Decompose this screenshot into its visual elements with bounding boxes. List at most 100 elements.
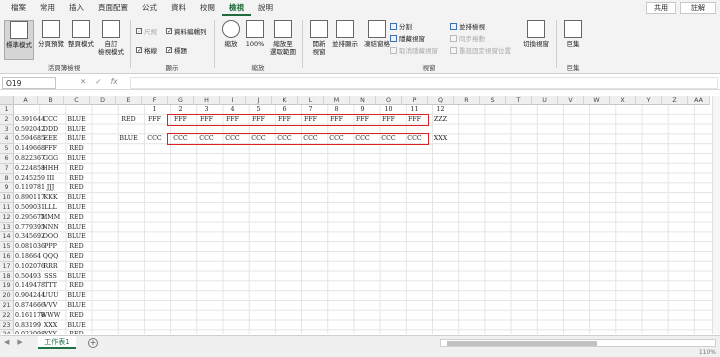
cell[interactable]: 0.594685 bbox=[15, 134, 45, 144]
cell[interactable]: 0.83199 bbox=[15, 321, 41, 331]
share-button[interactable]: 共用 bbox=[646, 2, 676, 14]
row-header[interactable]: 11 bbox=[0, 203, 14, 213]
column-header[interactable]: X bbox=[610, 96, 636, 105]
column-header[interactable]: C bbox=[64, 96, 90, 105]
cell[interactable]: GGG bbox=[39, 154, 62, 164]
formula-input[interactable] bbox=[130, 77, 718, 89]
cell[interactable]: UUU bbox=[39, 291, 62, 301]
row-header[interactable]: 7 bbox=[0, 163, 14, 174]
cell[interactable]: 0.149668 bbox=[15, 144, 45, 154]
cell[interactable]: TTT bbox=[39, 281, 62, 291]
cell[interactable]: BLUE bbox=[65, 203, 88, 213]
column-header[interactable]: P bbox=[402, 96, 428, 105]
cell[interactable]: NNN bbox=[39, 223, 62, 233]
row-header[interactable]: 10 bbox=[0, 193, 14, 203]
cell[interactable]: 0.50493 bbox=[15, 272, 41, 282]
column-header[interactable]: G bbox=[168, 96, 194, 105]
column-header[interactable]: M bbox=[324, 96, 350, 105]
page-break-preview-button[interactable]: 分頁預覽 bbox=[36, 20, 66, 48]
row-header[interactable]: 8 bbox=[0, 173, 14, 184]
cell[interactable] bbox=[15, 105, 36, 115]
cell[interactable]: BLUE bbox=[65, 115, 88, 125]
cell[interactable]: LLL bbox=[39, 203, 62, 213]
cell[interactable]: OOO bbox=[39, 232, 62, 242]
fx-icon[interactable]: fx bbox=[111, 77, 118, 86]
menu-tab[interactable]: 檢視 bbox=[222, 0, 251, 16]
cell[interactable]: BLUE bbox=[65, 291, 88, 301]
enter-icon[interactable]: ✓ bbox=[95, 77, 101, 86]
cell[interactable]: 0.592042 bbox=[15, 125, 45, 135]
cell[interactable]: BLUE bbox=[65, 301, 88, 311]
cell[interactable]: RED bbox=[65, 242, 88, 252]
normal-view-button[interactable]: 標準模式 bbox=[4, 20, 34, 60]
zoom-100-button[interactable]: 100% bbox=[240, 20, 270, 48]
row-header[interactable]: 21 bbox=[0, 301, 14, 311]
column-header[interactable]: D bbox=[90, 96, 116, 105]
column-header[interactable]: I bbox=[220, 96, 246, 105]
menu-tab[interactable]: 常用 bbox=[33, 0, 62, 16]
column-header[interactable]: Q bbox=[428, 96, 454, 105]
cell[interactable]: 0.509031 bbox=[15, 203, 45, 213]
menu-tab[interactable]: 公式 bbox=[135, 0, 164, 16]
cell[interactable]: RED bbox=[117, 115, 140, 125]
row-header[interactable]: 6 bbox=[0, 154, 14, 164]
column-header[interactable]: K bbox=[272, 96, 298, 105]
row-header[interactable]: 22 bbox=[0, 310, 14, 321]
cell[interactable]: 12 bbox=[429, 105, 452, 115]
cell[interactable]: 0.822367 bbox=[15, 154, 45, 164]
zoom-to-selection-button[interactable]: 縮放至 選取範圍 bbox=[268, 20, 298, 56]
row-header[interactable]: 14 bbox=[0, 232, 14, 243]
row-header[interactable]: 9 bbox=[0, 183, 14, 194]
cell[interactable]: CCC bbox=[39, 115, 62, 125]
column-header[interactable]: L bbox=[298, 96, 324, 105]
row-header[interactable]: 19 bbox=[0, 281, 14, 292]
cell[interactable]: BLUE bbox=[65, 272, 88, 282]
row-header[interactable]: 13 bbox=[0, 222, 14, 233]
comments-button[interactable]: 註解 bbox=[680, 2, 716, 14]
cell[interactable] bbox=[65, 105, 88, 115]
column-header[interactable]: F bbox=[142, 96, 168, 105]
page-layout-button[interactable]: 整頁模式 bbox=[66, 20, 96, 48]
cell[interactable]: 0.161178 bbox=[15, 311, 45, 321]
row-header[interactable]: 1 bbox=[0, 105, 14, 115]
row-header[interactable]: 17 bbox=[0, 261, 14, 272]
cell[interactable]: 0.18664 bbox=[15, 252, 41, 262]
cell[interactable]: VVV bbox=[39, 301, 62, 311]
hide-window-button[interactable]: 隱藏視窗 bbox=[390, 33, 425, 43]
column-header[interactable]: R bbox=[454, 96, 480, 105]
cell[interactable]: WWW bbox=[39, 311, 62, 321]
row-header[interactable]: 15 bbox=[0, 242, 14, 252]
column-header[interactable]: O bbox=[376, 96, 402, 105]
cell[interactable]: RED bbox=[65, 213, 88, 223]
cell[interactable]: ZZZ bbox=[429, 115, 452, 125]
cell[interactable]: RED bbox=[65, 262, 88, 272]
row-header[interactable]: 23 bbox=[0, 320, 14, 331]
cell[interactable]: 0.874666 bbox=[15, 301, 45, 311]
cell[interactable]: 0.295672 bbox=[15, 213, 45, 223]
custom-views-button[interactable]: 自訂 檢視模式 bbox=[96, 20, 126, 56]
column-header[interactable]: V bbox=[558, 96, 584, 105]
vertical-scrollbar[interactable] bbox=[712, 96, 720, 334]
cell[interactable]: 0.023098 bbox=[15, 330, 45, 334]
row-header[interactable]: 4 bbox=[0, 134, 14, 145]
cell[interactable]: BLUE bbox=[65, 154, 88, 164]
cell[interactable]: RED bbox=[65, 281, 88, 291]
prev-sheet-icon[interactable]: ◀ bbox=[4, 338, 9, 346]
cell[interactable]: EEE bbox=[39, 134, 62, 144]
row-header[interactable]: 16 bbox=[0, 252, 14, 262]
macros-button[interactable]: 巨集 bbox=[558, 20, 588, 48]
cell[interactable]: BLUE bbox=[117, 134, 140, 144]
cell[interactable]: HHH bbox=[39, 164, 62, 174]
column-header[interactable]: U bbox=[532, 96, 558, 105]
cell[interactable] bbox=[39, 105, 62, 115]
cell[interactable]: FFF bbox=[39, 144, 62, 154]
cell[interactable]: QQQ bbox=[39, 252, 62, 262]
menu-tab[interactable]: 資料 bbox=[164, 0, 193, 16]
cell[interactable]: 0.102076 bbox=[15, 262, 45, 272]
column-header[interactable]: E bbox=[116, 96, 142, 105]
unhide-window-button[interactable]: 取消隱藏視窗 bbox=[390, 45, 438, 55]
cell[interactable]: 0.224858 bbox=[15, 164, 45, 174]
cell[interactable]: 0.149478 bbox=[15, 281, 45, 291]
cell[interactable]: CCC bbox=[143, 134, 166, 144]
sheet-tab[interactable]: 工作表1 bbox=[38, 336, 76, 349]
